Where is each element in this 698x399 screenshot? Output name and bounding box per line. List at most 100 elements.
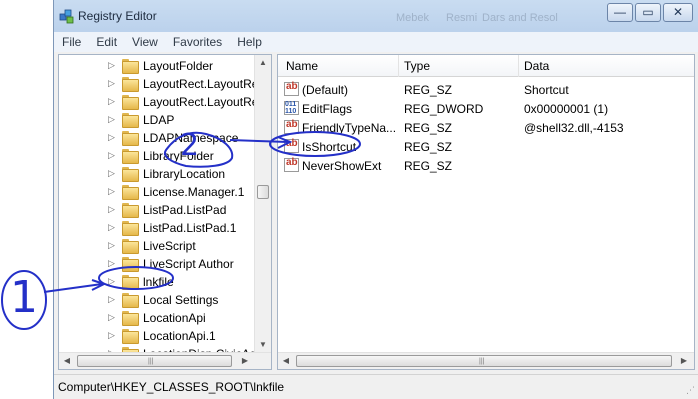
expand-arrow-icon[interactable]: ▷	[108, 330, 115, 341]
string-value-icon: ab	[284, 119, 299, 134]
status-bar: Computer\HKEY_CLASSES_ROOT\lnkfile ⋰	[54, 374, 698, 399]
column-data[interactable]: Data	[524, 59, 549, 73]
value-type: REG_SZ	[404, 121, 453, 135]
column-divider[interactable]	[518, 55, 519, 77]
list-header: Name Type Data	[278, 55, 694, 77]
value-list[interactable]: Name Type Data ab (Default) REG_SZ Shortcut…	[277, 54, 695, 370]
tree-item-label: LiveScript Author	[143, 257, 234, 271]
value-row[interactable]: ab IsShortcut REG_SZ	[278, 137, 694, 156]
expand-arrow-icon[interactable]: ▷	[108, 312, 115, 323]
tree-item[interactable]: ▷ LiveScript Author	[59, 255, 259, 273]
value-name: (Default)	[302, 83, 349, 97]
expand-arrow-icon[interactable]: ▷	[108, 114, 115, 125]
expand-arrow-icon[interactable]: ▷	[108, 150, 115, 161]
title-bar[interactable]: Registry Editor Mebek Resmi Dars and Res…	[54, 0, 698, 32]
resize-grip-icon[interactable]: ⋰	[686, 385, 695, 396]
folder-icon	[121, 77, 139, 92]
value-row[interactable]: 011 110 EditFlags REG_DWORD 0x00000001 (1)	[278, 99, 694, 118]
key-tree[interactable]: ▷ LayoutFolder ▷ LayoutRect.LayoutRect ▷ Layo…	[58, 54, 272, 370]
scroll-right-arrow[interactable]: ▶	[237, 353, 253, 369]
tree-item-label: ListPad.ListPad.1	[143, 221, 237, 235]
tree-item[interactable]: ▷ lnkfile	[59, 273, 259, 291]
scroll-right-arrow[interactable]: ▶	[676, 353, 692, 369]
value-name: FriendlyTypeNa...	[302, 121, 397, 135]
value-name: IsShortcut	[302, 140, 357, 154]
folder-icon	[121, 257, 139, 272]
tree-item-label: LibraryLocation	[143, 167, 226, 181]
tree-item[interactable]: ▷ ListPad.ListPad.1	[59, 219, 259, 237]
grip-icon: |||	[148, 358, 154, 365]
expand-arrow-icon[interactable]: ▷	[108, 276, 115, 287]
folder-icon	[121, 185, 139, 200]
menu-help[interactable]: Help	[229, 32, 269, 52]
scroll-left-arrow[interactable]: ◀	[278, 353, 294, 369]
column-type[interactable]: Type	[404, 59, 430, 73]
scroll-up-arrow[interactable]: ▲	[255, 55, 271, 71]
expand-arrow-icon[interactable]: ▷	[108, 186, 115, 197]
folder-icon	[121, 221, 139, 236]
column-name[interactable]: Name	[286, 59, 318, 73]
tree-horizontal-scrollbar[interactable]: ◀ ||| ▶	[59, 352, 271, 369]
tree-item-label: License.Manager.1	[143, 185, 245, 199]
background-window-text: Mebek	[396, 12, 430, 24]
value-type: REG_DWORD	[404, 102, 484, 116]
tree-item-label: LibraryFolder	[143, 149, 214, 163]
tree-item[interactable]: ▷ LibraryFolder	[59, 147, 259, 165]
value-data: Shortcut	[524, 83, 569, 97]
menu-edit[interactable]: Edit	[88, 32, 124, 52]
tree-item[interactable]: ▷ ListPad.ListPad	[59, 201, 259, 219]
menu-favorites[interactable]: Favorites	[165, 32, 229, 52]
string-value-icon: ab	[284, 138, 299, 153]
value-row[interactable]: ab NeverShowExt REG_SZ	[278, 156, 694, 175]
tree-item[interactable]: ▷ Local Settings	[59, 291, 259, 309]
string-value-icon: ab	[284, 157, 299, 172]
column-divider[interactable]	[398, 55, 399, 77]
scroll-thumb[interactable]	[257, 185, 269, 199]
scroll-down-arrow[interactable]: ▼	[255, 337, 271, 353]
menu-file[interactable]: File	[54, 32, 88, 52]
tree-item-label: LayoutRect.LayoutRect	[143, 95, 268, 109]
client-area: ▷ LayoutFolder ▷ LayoutRect.LayoutRect ▷ Layo…	[54, 52, 698, 374]
expand-arrow-icon[interactable]: ▷	[108, 258, 115, 269]
value-row[interactable]: ab (Default) REG_SZ Shortcut	[278, 80, 694, 99]
tree-item-label: LayoutFolder	[143, 59, 214, 73]
expand-arrow-icon[interactable]: ▷	[108, 168, 115, 179]
expand-arrow-icon[interactable]: ▷	[108, 222, 115, 233]
tree-item[interactable]: ▷ LibraryLocation	[59, 165, 259, 183]
tree-vertical-scrollbar[interactable]: ▲ ▼	[254, 55, 271, 353]
maximize-button[interactable]: ▭	[635, 3, 661, 22]
tree-item[interactable]: ▷ LDAP	[59, 111, 259, 129]
folder-icon	[121, 59, 139, 74]
folder-icon	[121, 95, 139, 110]
close-button[interactable]: ✕	[663, 3, 693, 22]
expand-arrow-icon[interactable]: ▷	[108, 78, 115, 89]
menu-view[interactable]: View	[124, 32, 165, 52]
folder-icon	[121, 131, 139, 146]
tree-item[interactable]: ▷ LayoutRect.LayoutRect	[59, 75, 268, 93]
scroll-thumb[interactable]: |||	[296, 355, 672, 367]
scroll-thumb[interactable]: |||	[77, 355, 232, 367]
minimize-button[interactable]: —	[607, 3, 633, 22]
close-icon: ✕	[672, 5, 684, 19]
value-row[interactable]: ab FriendlyTypeNa... REG_SZ @shell32.dll,-4…	[278, 118, 694, 137]
expand-arrow-icon[interactable]: ▷	[108, 294, 115, 305]
scroll-left-arrow[interactable]: ◀	[59, 353, 75, 369]
tree-item-label: Local Settings	[143, 293, 219, 307]
list-horizontal-scrollbar[interactable]: ◀ ||| ▶	[278, 352, 694, 369]
tree-item[interactable]: ▷ LiveScript	[59, 237, 259, 255]
tree-item[interactable]: ▷ License.Manager.1	[59, 183, 259, 201]
expand-arrow-icon[interactable]: ▷	[108, 204, 115, 215]
folder-icon	[121, 149, 139, 164]
tree-item[interactable]: ▷ LocationApi.1	[59, 327, 259, 345]
expand-arrow-icon[interactable]: ▷	[108, 60, 115, 71]
tree-item[interactable]: ▷ LDAPNamespace	[59, 129, 259, 147]
expand-arrow-icon[interactable]: ▷	[108, 240, 115, 251]
tree-item[interactable]: ▷ LayoutFolder	[59, 57, 259, 75]
tree-item[interactable]: ▷ LocationApi	[59, 309, 259, 327]
tree-item[interactable]: ▷ LayoutRect.LayoutRect	[59, 93, 268, 111]
expand-arrow-icon[interactable]: ▷	[108, 96, 115, 107]
folder-icon	[121, 311, 139, 326]
folder-icon	[121, 239, 139, 254]
expand-arrow-icon[interactable]: ▷	[108, 132, 115, 143]
tree-item-label: ListPad.ListPad	[143, 203, 227, 217]
